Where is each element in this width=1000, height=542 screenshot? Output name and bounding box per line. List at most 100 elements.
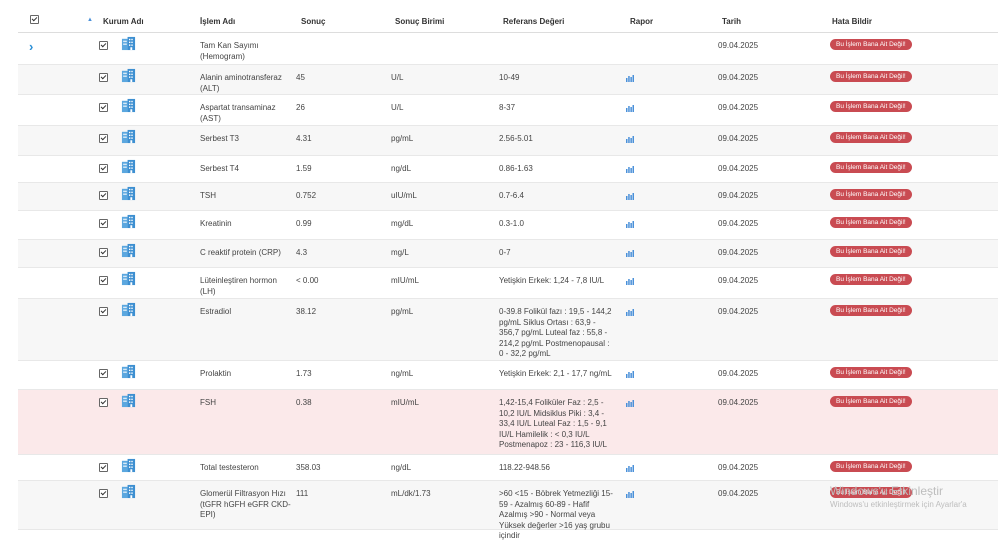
referans-degeri: 118.22-948.56 bbox=[499, 463, 551, 472]
results-table: ▲ Kurum Adı İşlem Adı Sonuç Sonuç Birimi… bbox=[18, 10, 998, 540]
islem-adi: Tam Kan Sayımı (Hemogram) bbox=[200, 41, 259, 61]
hospital-building-icon bbox=[121, 484, 136, 503]
referans-degeri: 0.3-1.0 bbox=[499, 219, 524, 228]
sonuc: 26 bbox=[296, 103, 305, 112]
not-my-procedure-button[interactable]: Bu İşlem Bana Ait Değil! bbox=[830, 305, 912, 316]
rapor-chart-icon[interactable] bbox=[626, 278, 634, 289]
hospital-building-icon bbox=[121, 458, 136, 477]
table-row[interactable]: Serbest T3 4.31 pg/mL 2.56-5.01 09.04.2025 Bu… bbox=[18, 126, 998, 156]
rapor-chart-icon[interactable] bbox=[626, 371, 634, 382]
row-checkbox[interactable] bbox=[99, 73, 108, 86]
referans-degeri: 0-7 bbox=[499, 248, 511, 257]
watermark-line1: Windows'u Etkinleştir bbox=[830, 484, 943, 498]
islem-adi: Kreatinin bbox=[200, 219, 232, 228]
table-row[interactable]: Lüteinleştiren hormon (LH) < 0.00 mIU/mL Ye… bbox=[18, 268, 998, 299]
not-my-procedure-button[interactable]: Bu İşlem Bana Ait Değil! bbox=[830, 461, 912, 472]
hospital-building-icon bbox=[121, 36, 136, 55]
tarih: 09.04.2025 bbox=[718, 219, 759, 228]
rapor-chart-icon[interactable] bbox=[626, 465, 634, 476]
not-my-procedure-button[interactable]: Bu İşlem Bana Ait Değil! bbox=[830, 101, 912, 112]
not-my-procedure-button[interactable]: Bu İşlem Bana Ait Değil! bbox=[830, 132, 912, 143]
referans-degeri: 8-37 bbox=[499, 103, 516, 112]
table-row[interactable]: Estradiol 38.12 pg/mL 0-39.8 Folikül fazı :… bbox=[18, 299, 998, 361]
rapor-chart-icon[interactable] bbox=[626, 193, 634, 204]
hospital-building-icon bbox=[121, 393, 136, 412]
not-my-procedure-button[interactable]: Bu İşlem Bana Ait Değil! bbox=[830, 162, 912, 173]
not-my-procedure-button[interactable]: Bu İşlem Bana Ait Değil! bbox=[830, 246, 912, 257]
tarih: 09.04.2025 bbox=[718, 73, 759, 82]
table-body: › Tam Kan Sayımı (Hemogram) 09.04.2025 Bu İ… bbox=[18, 33, 998, 540]
sonuc-birimi: ng/mL bbox=[391, 369, 414, 378]
header-referans[interactable]: Referans Değeri bbox=[503, 17, 564, 26]
tarih: 09.04.2025 bbox=[718, 398, 759, 407]
tarih: 09.04.2025 bbox=[718, 369, 759, 378]
sonuc-birimi: ng/dL bbox=[391, 463, 412, 472]
table-row[interactable]: Aspartat transaminaz (AST) 26 U/L 8-37 09.04… bbox=[18, 95, 998, 126]
tarih: 09.04.2025 bbox=[718, 463, 759, 472]
table-row[interactable]: Total testesteron 358.03 ng/dL 118.22-948.5… bbox=[18, 455, 998, 481]
islem-adi: FSH bbox=[200, 398, 216, 407]
rapor-chart-icon[interactable] bbox=[626, 250, 634, 261]
rapor-chart-icon[interactable] bbox=[626, 75, 634, 86]
not-my-procedure-button[interactable]: Bu İşlem Bana Ait Değil! bbox=[830, 39, 912, 50]
header-rapor[interactable]: Rapor bbox=[630, 17, 653, 26]
header-hata-bildir[interactable]: Hata Bildir bbox=[832, 17, 872, 26]
hospital-building-icon bbox=[121, 271, 136, 290]
expand-chevron-icon[interactable]: › bbox=[29, 39, 33, 54]
table-row[interactable]: Prolaktin 1.73 ng/mL Yetişkin Erkek: 2,1 - … bbox=[18, 361, 998, 390]
row-checkbox[interactable] bbox=[99, 489, 108, 502]
header-sonuc[interactable]: Sonuç bbox=[301, 17, 325, 26]
table-row[interactable]: Kreatinin 0.99 mg/dL 0.3-1.0 09.04.2025 Bu İş… bbox=[18, 211, 998, 240]
row-checkbox[interactable] bbox=[99, 276, 108, 289]
row-checkbox[interactable] bbox=[99, 307, 108, 320]
not-my-procedure-button[interactable]: Bu İşlem Bana Ait Değil! bbox=[830, 396, 912, 407]
row-checkbox[interactable] bbox=[99, 369, 108, 382]
sonuc-birimi: mg/dL bbox=[391, 219, 414, 228]
rapor-chart-icon[interactable] bbox=[626, 166, 634, 177]
rapor-chart-icon[interactable] bbox=[626, 136, 634, 147]
table-row[interactable]: FSH 0.38 mIU/mL 1,42-15,4 Foliküler Faz : 2… bbox=[18, 390, 998, 455]
table-header: ▲ Kurum Adı İşlem Adı Sonuç Sonuç Birimi… bbox=[18, 10, 998, 33]
row-checkbox[interactable] bbox=[99, 134, 108, 147]
sonuc: 38.12 bbox=[296, 307, 317, 316]
select-all-checkbox[interactable] bbox=[30, 15, 39, 26]
tarih: 09.04.2025 bbox=[718, 41, 759, 50]
sonuc: 0.38 bbox=[296, 398, 312, 407]
referans-degeri: 2.56-5.01 bbox=[499, 134, 533, 143]
row-checkbox[interactable] bbox=[99, 103, 108, 116]
tarih: 09.04.2025 bbox=[718, 164, 759, 173]
row-checkbox[interactable] bbox=[99, 41, 108, 54]
rapor-chart-icon[interactable] bbox=[626, 309, 634, 320]
row-checkbox[interactable] bbox=[99, 398, 108, 411]
not-my-procedure-button[interactable]: Bu İşlem Bana Ait Değil! bbox=[830, 189, 912, 200]
rapor-chart-icon[interactable] bbox=[626, 491, 634, 502]
not-my-procedure-button[interactable]: Bu İşlem Bana Ait Değil! bbox=[830, 274, 912, 285]
header-tarih[interactable]: Tarih bbox=[722, 17, 741, 26]
table-row[interactable]: Serbest T4 1.59 ng/dL 0.86-1.63 09.04.2025 Bu… bbox=[18, 156, 998, 183]
table-row[interactable]: Alanin aminotransferaz (ALT) 45 U/L 10-49 09… bbox=[18, 65, 998, 95]
table-row[interactable]: TSH 0.752 uIU/mL 0.7-6.4 09.04.2025 Bu İşlem … bbox=[18, 183, 998, 211]
header-islem-adi[interactable]: İşlem Adı bbox=[200, 17, 235, 26]
rapor-chart-icon[interactable] bbox=[626, 105, 634, 116]
not-my-procedure-button[interactable]: Bu İşlem Bana Ait Değil! bbox=[830, 71, 912, 82]
header-kurum-adi[interactable]: Kurum Adı bbox=[103, 17, 144, 26]
not-my-procedure-button[interactable]: Bu İşlem Bana Ait Değil! bbox=[830, 367, 912, 378]
table-row[interactable]: C reaktif protein (CRP) 4.3 mg/L 0-7 09.04.2… bbox=[18, 240, 998, 268]
row-checkbox[interactable] bbox=[99, 463, 108, 476]
rapor-chart-icon[interactable] bbox=[626, 400, 634, 411]
table-row[interactable]: › Tam Kan Sayımı (Hemogram) 09.04.2025 Bu İ… bbox=[18, 33, 998, 65]
sonuc: 4.3 bbox=[296, 248, 308, 257]
hospital-building-icon bbox=[121, 364, 136, 383]
row-checkbox[interactable] bbox=[99, 164, 108, 177]
row-checkbox[interactable] bbox=[99, 191, 108, 204]
hospital-building-icon bbox=[121, 98, 136, 117]
rapor-chart-icon[interactable] bbox=[626, 221, 634, 232]
sonuc-birimi: mIU/mL bbox=[391, 398, 419, 407]
row-checkbox[interactable] bbox=[99, 219, 108, 232]
hospital-building-icon bbox=[121, 159, 136, 178]
not-my-procedure-button[interactable]: Bu İşlem Bana Ait Değil! bbox=[830, 217, 912, 228]
sonuc-birimi: U/L bbox=[391, 73, 404, 82]
header-sonuc-birimi[interactable]: Sonuç Birimi bbox=[395, 17, 444, 26]
row-checkbox[interactable] bbox=[99, 248, 108, 261]
sort-arrow-icon[interactable]: ▲ bbox=[87, 17, 93, 23]
